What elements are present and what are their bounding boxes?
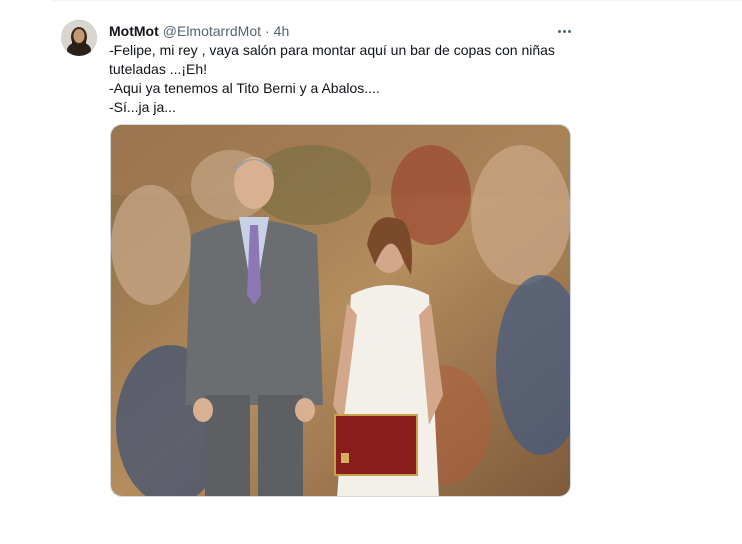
tweet-photo[interactable] — [110, 124, 571, 497]
author-handle[interactable]: @ElmotarrdMot — [163, 23, 261, 39]
separator-dot: · — [265, 23, 270, 39]
tweet-header: MotMot @ElmotarrdMot · 4h — [109, 21, 289, 41]
tweet-text-line: tuteladas ...¡Eh! — [109, 61, 208, 77]
tweet-text: -Felipe, mi rey , vaya salón para montar… — [109, 41, 559, 117]
top-divider — [52, 0, 742, 1]
avatar[interactable] — [61, 20, 97, 56]
timestamp[interactable]: 4h — [274, 23, 290, 39]
author-name[interactable]: MotMot — [109, 23, 159, 39]
more-horizontal-icon[interactable] — [554, 21, 574, 41]
tweet[interactable]: MotMot @ElmotarrdMot · 4h -Felipe, mi re… — [0, 0, 742, 544]
tweet-text-line: -Aqui ya tenemos al Tito Berni y a Abalo… — [109, 80, 380, 96]
tweet-text-line: -Felipe, mi rey , vaya salón para montar… — [109, 42, 555, 58]
tweet-text-line: -Sí...ja ja... — [109, 99, 176, 115]
